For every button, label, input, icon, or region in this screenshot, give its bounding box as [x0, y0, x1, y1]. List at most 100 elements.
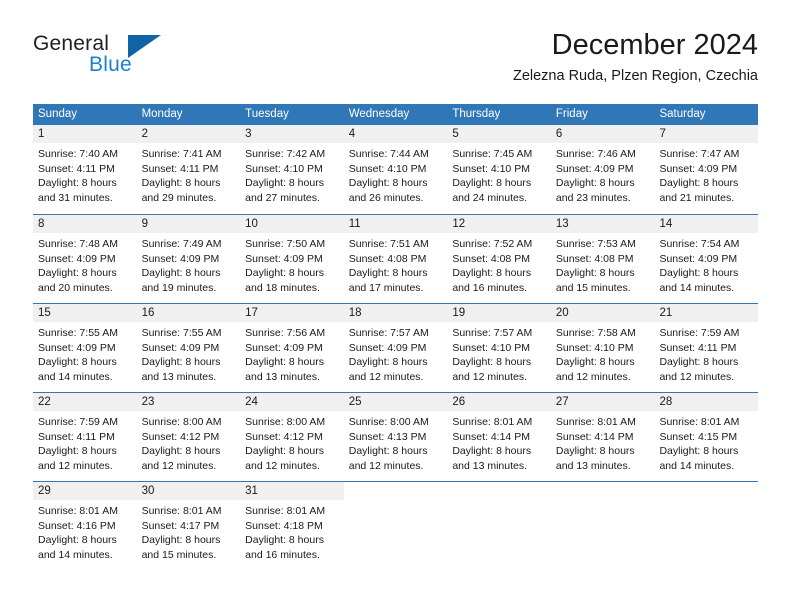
daylight-duration-line2: and 16 minutes.	[245, 548, 320, 561]
sunset-time: Sunset: 4:09 PM	[245, 341, 323, 354]
day-cell[interactable]: 20 Sunrise: 7:58 AM Sunset: 4:10 PM Dayligh…	[550, 304, 655, 392]
day-details: Sunrise: 7:57 AM Sunset: 4:09 PM Daylight:…	[344, 322, 448, 384]
day-cell[interactable]: 24 Sunrise: 8:00 AM Sunset: 4:12 PM Dayligh…	[240, 393, 344, 481]
day-number: 29	[33, 482, 137, 500]
day-number	[344, 482, 448, 500]
day-cell[interactable]: 12 Sunrise: 7:52 AM Sunset: 4:08 PM Dayligh…	[447, 215, 551, 303]
daylight-duration-line2: and 14 minutes.	[38, 548, 113, 561]
day-cell[interactable]: 18 Sunrise: 7:57 AM Sunset: 4:09 PM Dayligh…	[343, 304, 448, 392]
day-cell[interactable]: 14 Sunrise: 7:54 AM Sunset: 4:09 PM Dayligh…	[654, 215, 759, 303]
daylight-duration-line1: Daylight: 8 hours	[659, 177, 739, 190]
daylight-duration-line2: and 12 minutes.	[245, 459, 320, 472]
sunset-time: Sunset: 4:09 PM	[659, 252, 738, 265]
day-details: Sunrise: 7:46 AM Sunset: 4:09 PM Daylight:…	[551, 143, 655, 205]
day-details: Sunrise: 7:56 AM Sunset: 4:09 PM Daylight:…	[240, 322, 344, 384]
day-cell[interactable]: 28 Sunrise: 8:01 AM Sunset: 4:15 PM Dayligh…	[654, 393, 759, 481]
day-cell[interactable]: 15 Sunrise: 7:55 AM Sunset: 4:09 PM Dayligh…	[33, 304, 137, 392]
day-cell[interactable]: 8 Sunrise: 7:48 AM Sunset: 4:09 PM Daylight…	[33, 215, 137, 303]
sunset-time: Sunset: 4:09 PM	[659, 162, 738, 175]
sunset-time: Sunset: 4:08 PM	[452, 252, 530, 265]
sunset-time: Sunset: 4:09 PM	[38, 341, 116, 354]
calendar-week-row: 1 Sunrise: 7:40 AM Sunset: 4:11 PM Daylight…	[33, 125, 759, 214]
day-details: Sunrise: 7:59 AM Sunset: 4:11 PM Daylight:…	[654, 322, 758, 384]
sunset-time: Sunset: 4:16 PM	[38, 519, 116, 532]
daylight-duration-line1: Daylight: 8 hours	[452, 177, 532, 190]
day-cell[interactable]: 16 Sunrise: 7:55 AM Sunset: 4:09 PM Dayligh…	[136, 304, 241, 392]
day-cell[interactable]: 7 Sunrise: 7:47 AM Sunset: 4:09 PM Daylight…	[654, 125, 759, 214]
daylight-duration-line1: Daylight: 8 hours	[452, 445, 532, 458]
weekday-header-monday: Monday	[141, 108, 183, 120]
daylight-duration-line1: Daylight: 8 hours	[555, 177, 635, 190]
day-number: 30	[136, 482, 241, 500]
day-cell[interactable]: 3 Sunrise: 7:42 AM Sunset: 4:10 PM Daylight…	[240, 125, 344, 214]
day-cell[interactable]: 25 Sunrise: 8:00 AM Sunset: 4:13 PM Dayligh…	[343, 393, 448, 481]
day-number: 16	[136, 304, 241, 322]
sunset-time: Sunset: 4:15 PM	[659, 430, 738, 443]
day-number: 27	[550, 393, 655, 411]
sunset-time: Sunset: 4:11 PM	[38, 162, 115, 175]
day-cell[interactable]: 30 Sunrise: 8:01 AM Sunset: 4:17 PM Dayligh…	[136, 482, 241, 570]
day-details: Sunrise: 8:00 AM Sunset: 4:12 PM Daylight:…	[137, 411, 241, 473]
daylight-duration-line1: Daylight: 8 hours	[38, 534, 117, 547]
sunrise-time: Sunrise: 8:00 AM	[141, 416, 222, 428]
daylight-duration-line1: Daylight: 8 hours	[348, 356, 428, 369]
day-number: 2	[136, 125, 241, 143]
day-cell[interactable]: 21 Sunrise: 7:59 AM Sunset: 4:11 PM Dayligh…	[654, 304, 759, 392]
day-cell[interactable]: 29 Sunrise: 8:01 AM Sunset: 4:16 PM Dayligh…	[33, 482, 137, 570]
day-details: Sunrise: 7:54 AM Sunset: 4:09 PM Daylight:…	[654, 233, 758, 295]
day-number: 7	[654, 125, 759, 143]
sunset-time: Sunset: 4:09 PM	[141, 252, 220, 265]
daylight-duration-line2: and 12 minutes.	[659, 370, 735, 383]
day-cell[interactable]: 17 Sunrise: 7:56 AM Sunset: 4:09 PM Dayligh…	[240, 304, 344, 392]
calendar-week-row: 8 Sunrise: 7:48 AM Sunset: 4:09 PM Daylight…	[33, 214, 759, 303]
day-cell[interactable]: 26 Sunrise: 8:01 AM Sunset: 4:14 PM Dayligh…	[447, 393, 551, 481]
sunrise-time: Sunrise: 8:00 AM	[245, 416, 326, 428]
daylight-duration-line1: Daylight: 8 hours	[141, 177, 221, 190]
day-cell[interactable]: 10 Sunrise: 7:50 AM Sunset: 4:09 PM Dayligh…	[240, 215, 344, 303]
page-header: General Blue December 2024 Zelezna Ruda,…	[33, 28, 758, 96]
day-cell[interactable]: 1 Sunrise: 7:40 AM Sunset: 4:11 PM Daylight…	[33, 125, 137, 214]
sunrise-time: Sunrise: 7:52 AM	[452, 238, 533, 250]
day-cell[interactable]: 13 Sunrise: 7:53 AM Sunset: 4:08 PM Dayligh…	[550, 215, 655, 303]
day-cell[interactable]: 2 Sunrise: 7:41 AM Sunset: 4:11 PM Daylight…	[136, 125, 241, 214]
day-cell[interactable]: 19 Sunrise: 7:57 AM Sunset: 4:10 PM Dayligh…	[447, 304, 551, 392]
page-title: December 2024	[551, 29, 758, 61]
weekday-header-friday: Friday	[555, 108, 588, 120]
weekday-header-thursday: Thursday	[452, 108, 501, 120]
day-cell[interactable]: 27 Sunrise: 8:01 AM Sunset: 4:14 PM Dayligh…	[550, 393, 655, 481]
day-cell[interactable]: 4 Sunrise: 7:44 AM Sunset: 4:10 PM Daylight…	[343, 125, 448, 214]
sunset-time: Sunset: 4:11 PM	[659, 341, 737, 354]
daylight-duration-line1: Daylight: 8 hours	[659, 356, 739, 369]
day-cell[interactable]: 31 Sunrise: 8:01 AM Sunset: 4:18 PM Dayligh…	[240, 482, 344, 570]
day-cell[interactable]: 5 Sunrise: 7:45 AM Sunset: 4:10 PM Daylight…	[447, 125, 551, 214]
sunrise-time: Sunrise: 7:42 AM	[245, 148, 326, 160]
daylight-duration-line1: Daylight: 8 hours	[38, 267, 117, 280]
day-cell[interactable]: 23 Sunrise: 8:00 AM Sunset: 4:12 PM Dayligh…	[136, 393, 241, 481]
day-details: Sunrise: 7:55 AM Sunset: 4:09 PM Daylight:…	[33, 322, 137, 384]
day-cell-empty	[447, 482, 551, 570]
calendar-week-row: 22 Sunrise: 7:59 AM Sunset: 4:11 PM Dayligh…	[33, 392, 759, 481]
daylight-duration-line2: and 27 minutes.	[245, 191, 320, 204]
sunrise-time: Sunrise: 7:53 AM	[555, 238, 636, 250]
sunset-time: Sunset: 4:09 PM	[38, 252, 116, 265]
day-cell[interactable]: 11 Sunrise: 7:51 AM Sunset: 4:08 PM Dayligh…	[343, 215, 448, 303]
day-cell[interactable]: 6 Sunrise: 7:46 AM Sunset: 4:09 PM Daylight…	[550, 125, 655, 214]
sunset-time: Sunset: 4:10 PM	[348, 162, 427, 175]
day-details: Sunrise: 7:51 AM Sunset: 4:08 PM Daylight:…	[344, 233, 448, 295]
daylight-duration-line1: Daylight: 8 hours	[348, 177, 428, 190]
weekday-header-row: Sunday Monday Tuesday Wednesday Thursday…	[33, 104, 758, 125]
daylight-duration-line1: Daylight: 8 hours	[141, 356, 221, 369]
daylight-duration-line1: Daylight: 8 hours	[348, 267, 428, 280]
sunset-time: Sunset: 4:11 PM	[141, 162, 219, 175]
sunrise-time: Sunrise: 8:00 AM	[348, 416, 429, 428]
daylight-duration-line2: and 12 minutes.	[348, 370, 424, 383]
day-number	[654, 482, 758, 500]
generalblue-logo[interactable]: General Blue	[33, 32, 203, 84]
sunrise-time: Sunrise: 8:01 AM	[245, 505, 326, 517]
day-number: 5	[447, 125, 551, 143]
sunset-time: Sunset: 4:09 PM	[555, 162, 634, 175]
day-cell[interactable]: 9 Sunrise: 7:49 AM Sunset: 4:09 PM Daylight…	[136, 215, 241, 303]
sunrise-time: Sunrise: 7:40 AM	[38, 148, 118, 160]
day-cell[interactable]: 22 Sunrise: 7:59 AM Sunset: 4:11 PM Dayligh…	[33, 393, 137, 481]
daylight-duration-line1: Daylight: 8 hours	[245, 356, 324, 369]
